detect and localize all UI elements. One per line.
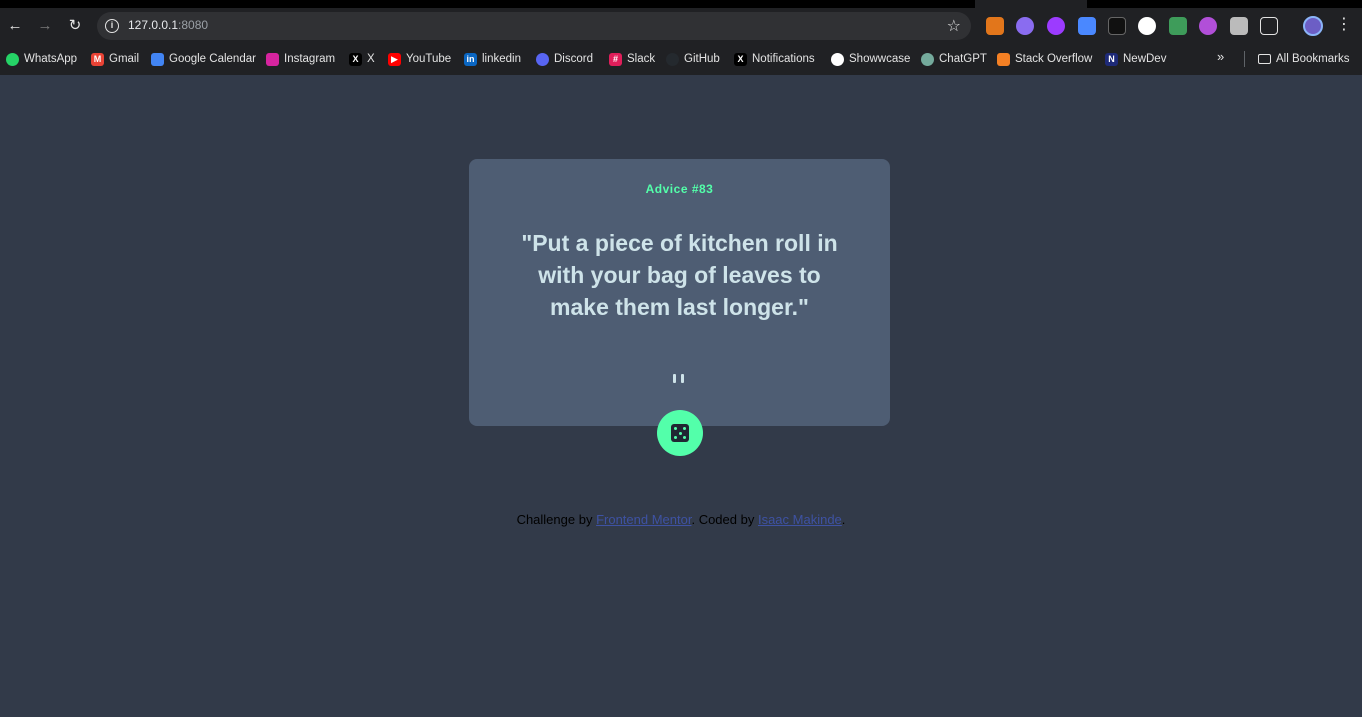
browser-menu-icon[interactable]: ⋮ (1336, 14, 1352, 34)
bookmark-youtube[interactable]: ▶ YouTube (388, 50, 451, 68)
bookmark-star-icon[interactable]: ☆ (947, 16, 961, 36)
gmail-icon: M (91, 52, 104, 66)
bookmark-gmail[interactable]: M Gmail (91, 50, 139, 68)
dice-icon (671, 424, 689, 442)
bookmarks-bar: WhatsApp M Gmail Google Calendar Instagra… (0, 44, 1362, 75)
bookmark-showwcase[interactable]: Showwcase (831, 50, 910, 68)
bookmark-whatsapp[interactable]: WhatsApp (6, 50, 77, 68)
more-bookmarks-chevron-icon[interactable]: » (1217, 49, 1224, 64)
url-text: 127.0.0.1:8080 (128, 18, 209, 32)
whatsapp-icon (6, 52, 19, 66)
advice-card: Advice #83 "Put a piece of kitchen roll … (469, 159, 890, 426)
window-top-strip (0, 0, 1362, 8)
folder-icon (1258, 54, 1271, 64)
bookmark-chatgpt[interactable]: ChatGPT (921, 50, 987, 68)
bookmark-instagram[interactable]: Instagram (266, 50, 335, 68)
activity-extension-icon[interactable] (1138, 17, 1156, 35)
new-advice-dice-button[interactable] (657, 410, 703, 456)
bookmark-notifications[interactable]: X Notifications (734, 50, 815, 68)
bookmark-github[interactable]: GitHub (666, 50, 720, 68)
bookmark-google-calendar[interactable]: Google Calendar (151, 50, 256, 68)
image-extension-icon[interactable] (1230, 17, 1248, 35)
x-icon: X (349, 52, 362, 66)
forward-button[interactable]: → (35, 16, 55, 36)
back-button[interactable]: ← (5, 16, 25, 36)
youtube-icon: ▶ (388, 52, 401, 66)
frontend-mentor-link[interactable]: Frontend Mentor (596, 512, 691, 527)
phantom-extension-icon[interactable] (1047, 17, 1065, 35)
advice-quote: "Put a piece of kitchen roll in with you… (521, 230, 838, 320)
docs-extension-icon[interactable] (1078, 17, 1096, 35)
advice-id-label: Advice #83 (645, 182, 714, 196)
okx-extension-icon[interactable] (1108, 17, 1126, 35)
extensions-puzzle-icon[interactable] (1260, 17, 1278, 35)
bookmark-stack-overflow[interactable]: Stack Overflow (997, 50, 1092, 68)
chatgpt-icon (921, 52, 934, 66)
reload-button[interactable]: ↻ (65, 16, 85, 36)
stackoverflow-icon (997, 52, 1010, 66)
newdev-icon: N (1105, 52, 1118, 66)
all-bookmarks-button[interactable]: All Bookmarks (1258, 50, 1350, 68)
site-info-icon[interactable]: i (105, 19, 119, 33)
bookmark-discord[interactable]: Discord (536, 50, 593, 68)
bookmarks-divider (1244, 51, 1245, 67)
author-link[interactable]: Isaac Makinde (758, 512, 842, 527)
tab-strip-gap (975, 0, 1087, 8)
showwcase-icon (831, 52, 844, 66)
instagram-icon (266, 52, 279, 66)
bookmark-slack[interactable]: # Slack (609, 50, 655, 68)
ghost-extension-icon[interactable] (1016, 17, 1034, 35)
linkedin-icon: in (464, 52, 477, 66)
address-bar[interactable]: i 127.0.0.1:8080 ☆ (97, 12, 971, 40)
profile-avatar[interactable] (1303, 16, 1323, 36)
bookmark-linkedin[interactable]: in linkedin (464, 50, 521, 68)
brain-extension-icon[interactable] (1199, 17, 1217, 35)
attribution: Challenge by Frontend Mentor. Coded by I… (516, 512, 846, 527)
growth-extension-icon[interactable] (1169, 17, 1187, 35)
metamask-extension-icon[interactable] (986, 17, 1004, 35)
divider-pause-icon (673, 374, 685, 383)
bookmark-x[interactable]: XX (349, 50, 375, 68)
slack-icon: # (609, 52, 622, 66)
github-icon (666, 52, 679, 66)
discord-icon (536, 52, 549, 66)
calendar-icon (151, 52, 164, 66)
bookmark-newdev[interactable]: N NewDev (1105, 50, 1166, 68)
x-icon: X (734, 52, 747, 66)
browser-toolbar: ← → ↻ i 127.0.0.1:8080 ☆ ⋮ (0, 8, 1362, 44)
